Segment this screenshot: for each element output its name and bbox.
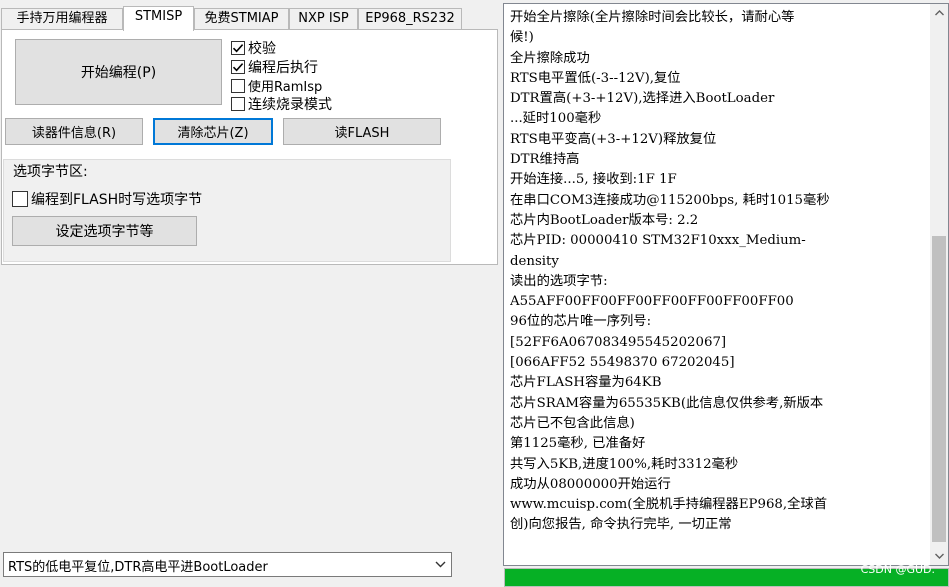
scroll-thumb[interactable] (932, 236, 946, 542)
read-device-info-button[interactable]: 读器件信息(R) (5, 118, 143, 145)
log-line: 芯片FLASH容量为64KB (510, 375, 662, 391)
watermark: CSDN @GUD. (860, 563, 935, 576)
clear-chip-button[interactable]: 清除芯片(Z) (153, 118, 273, 145)
log-line: [52FF6A067083495545202067] (510, 334, 727, 350)
tab-bar: 手持万用编程器 STMISP 免费STMIAP NXP ISP EP968_RS… (0, 6, 500, 31)
log-panel[interactable]: 开始全片擦除(全片擦除时间会比较长，请耐心等 候!) 全片擦除成功 RTS电平置低(-… (503, 3, 949, 566)
log-line: RTS电平变高(+3-+12V)释放复位 (510, 131, 717, 147)
scroll-up-icon[interactable] (930, 4, 948, 22)
set-option-bytes-button[interactable]: 设定选项字节等 (12, 216, 197, 246)
option-bytes-title: 选项字节区: (13, 164, 88, 180)
write-option-bytes-label: 编程到FLASH时写选项字节 (31, 192, 203, 208)
tab-handheld-programmer[interactable]: 手持万用编程器 (1, 8, 123, 30)
dropdown-selected-value: RTS的低电平复位,DTR高电平进BootLoader (8, 560, 268, 575)
log-line: www.mcuisp.com(全脱机手持编程器EP968,全球首 (510, 497, 828, 513)
log-line: 芯片PID: 00000410 STM32F10xxx_Medium- (510, 233, 806, 249)
tab-stmisp[interactable]: STMISP (123, 6, 194, 31)
log-line: density (510, 253, 559, 269)
run-after-program-label: 编程后执行 (248, 60, 318, 76)
log-line: 全片擦除成功 (510, 50, 590, 66)
checkbox-box (231, 78, 245, 93)
run-after-program-checkbox[interactable]: 编程后执行 (231, 57, 318, 77)
read-flash-button[interactable]: 读FLASH (283, 118, 441, 145)
log-line: 芯片已不包含此信息) (510, 415, 635, 431)
log-line: 读出的选项字节: (510, 273, 608, 289)
check-icon (232, 44, 244, 53)
log-line: 芯片内BootLoader版本号: 2.2 (510, 212, 699, 228)
option-bytes-group: 选项字节区: 编程到FLASH时写选项字节 设定选项字节等 (3, 159, 451, 262)
log-line: DTR维持高 (510, 152, 580, 168)
log-line: 开始连接...5, 接收到:1F 1F (510, 172, 677, 188)
verify-checkbox[interactable]: 校验 (231, 38, 276, 58)
continuous-burn-checkbox[interactable]: 连续烧录模式 (231, 94, 332, 114)
log-line: ...延时100毫秒 (510, 111, 602, 127)
log-line: 第1125毫秒, 已准备好 (510, 436, 646, 452)
chevron-down-icon[interactable] (429, 553, 451, 576)
tab-free-stmiap[interactable]: 免费STMIAP (194, 8, 289, 30)
write-option-bytes-checkbox[interactable]: 编程到FLASH时写选项字节 (12, 189, 202, 209)
log-text: 开始全片擦除(全片擦除时间会比较长，请耐心等 候!) 全片擦除成功 RTS电平置低(-… (510, 8, 926, 536)
left-panel: 手持万用编程器 STMISP 免费STMIAP NXP ISP EP968_RS… (0, 0, 500, 587)
tab-nxp-isp[interactable]: NXP ISP (289, 8, 358, 30)
tab-ep968-rs232[interactable]: EP968_RS232 (358, 8, 462, 30)
log-line: 创)向您报告, 命令执行完毕, 一切正常 (510, 517, 732, 533)
check-icon (232, 63, 244, 72)
checkbox-box (231, 41, 245, 55)
log-line: 96位的芯片唯一序列号: (510, 314, 652, 330)
log-line: A55AFF00FF00FF00FF00FF00FF00FF00 (510, 294, 794, 310)
checkbox-box (231, 97, 245, 111)
log-line: 成功从08000000开始运行 (510, 476, 671, 492)
verify-label: 校验 (248, 41, 276, 57)
continuous-burn-label: 连续烧录模式 (248, 97, 332, 113)
log-line: RTS电平置低(-3--12V),复位 (510, 70, 681, 86)
log-line: 芯片SRAM容量为65535KB(此信息仅供参考,新版本 (510, 395, 824, 411)
log-line: 候!) (510, 30, 534, 46)
log-line: 共写入5KB,进度100%,耗时3312毫秒 (510, 456, 739, 472)
log-line: [066AFF52 55498370 67202045] (510, 355, 735, 371)
log-line: 开始全片擦除(全片擦除时间会比较长，请耐心等 (510, 10, 795, 25)
use-ramisp-checkbox[interactable]: 使用RamIsp (231, 76, 322, 95)
log-line: 在串口COM3连接成功@115200bps, 耗时1015毫秒 (510, 192, 830, 208)
log-line: DTR置高(+3-+12V),选择进入BootLoader (510, 91, 775, 107)
start-programming-button[interactable]: 开始编程(P) (15, 39, 222, 105)
log-scrollbar[interactable] (930, 4, 948, 565)
use-ramisp-label: 使用RamIsp (248, 80, 323, 95)
reset-mode-dropdown[interactable]: RTS的低电平复位,DTR高电平进BootLoader (3, 552, 452, 577)
checkbox-box (231, 60, 245, 74)
checkbox-box (12, 191, 28, 207)
